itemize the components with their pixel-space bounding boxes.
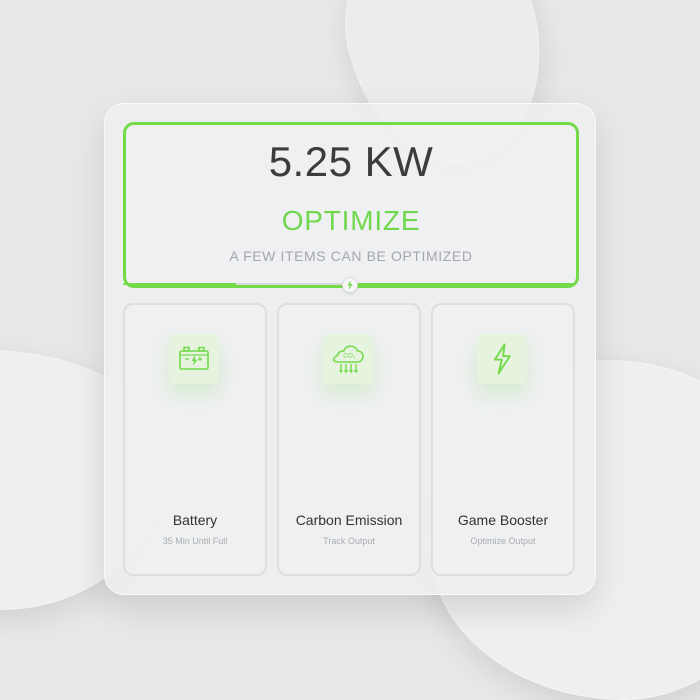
tile-title: Carbon Emission (295, 512, 403, 528)
tile-subtitle: 35 Min Until Full (162, 536, 228, 546)
energy-card: 5.25 KW OPTIMIZE A FEW ITEMS CAN BE OPTI… (104, 103, 596, 595)
svg-text:2: 2 (353, 356, 355, 360)
progress-knob[interactable] (342, 277, 358, 293)
optimization-message: A FEW ITEMS CAN BE OPTIMIZED (229, 248, 473, 264)
optimize-status[interactable]: OPTIMIZE (126, 207, 576, 235)
svg-text:CO: CO (343, 352, 353, 359)
progress-fill-left (123, 283, 236, 285)
tile-subtitle: Optimize Output (470, 536, 536, 546)
tile-subtitle: Track Output (323, 536, 375, 546)
tile-title: Game Booster (457, 512, 549, 528)
power-value: 5.25 KW (268, 138, 434, 185)
carbon-emission-tile[interactable]: CO 2 Carbon Emission Track Output (277, 303, 421, 576)
battery-tile[interactable]: Battery 35 Min Until Full (123, 303, 267, 576)
mini-lightning-icon (347, 280, 353, 290)
power-summary-panel: 5.25 KW OPTIMIZE A FEW ITEMS CAN BE OPTI… (123, 122, 579, 288)
tile-title: Battery (172, 512, 218, 528)
co2-cloud-icon: CO 2 (323, 334, 373, 384)
game-booster-tile[interactable]: Game Booster Optimize Output (431, 303, 575, 576)
progress-fill-right (353, 283, 575, 285)
battery-charging-icon (169, 334, 219, 384)
lightning-icon (477, 334, 527, 384)
feature-tiles: Battery 35 Min Until Full CO 2 Carbon Em… (123, 303, 575, 576)
app-canvas: 5.25 KW OPTIMIZE A FEW ITEMS CAN BE OPTI… (0, 0, 700, 700)
